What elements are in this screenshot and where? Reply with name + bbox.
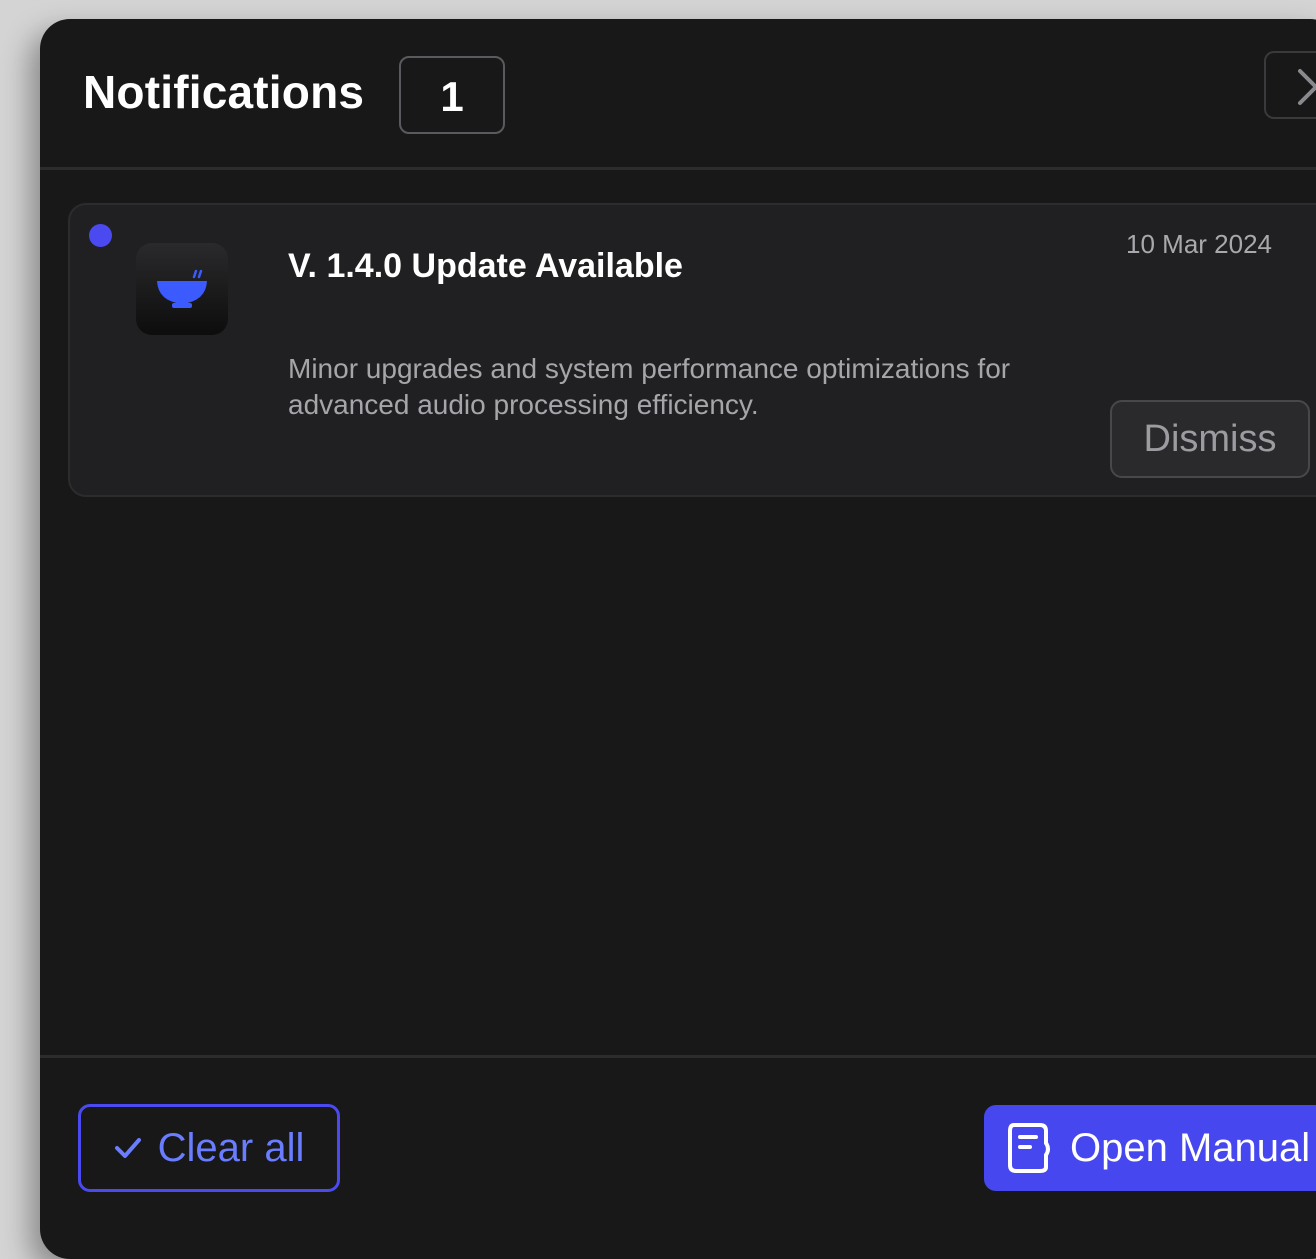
- bowl-icon: [157, 269, 207, 308]
- checkmark-icon: [114, 1138, 141, 1158]
- open-manual-button[interactable]: Open Manual: [984, 1105, 1316, 1191]
- close-button[interactable]: [1264, 51, 1316, 119]
- notification-card[interactable]: V. 1.4.0 Update Available 10 Mar 2024 Mi…: [68, 203, 1316, 497]
- panel-header: Notifications 1: [40, 19, 1316, 170]
- notification-body: Minor upgrades and system performance op…: [288, 353, 1011, 420]
- panel-footer: Clear all Open Manual: [40, 1055, 1316, 1259]
- unread-indicator: [89, 224, 112, 247]
- notification-date: 10 Mar 2024: [1126, 229, 1272, 259]
- notification-count-badge: 1: [399, 56, 505, 134]
- manual-document-icon: [1008, 1123, 1050, 1173]
- notification-title: V. 1.4.0 Update Available: [288, 247, 683, 285]
- clear-all-label: Clear all: [157, 1125, 305, 1170]
- open-manual-label: Open Manual: [1070, 1125, 1311, 1170]
- panel-title: Notifications: [83, 66, 365, 118]
- notifications-panel: Notifications 1 V. 1.4.0 Update Availabl…: [40, 19, 1316, 1259]
- dismiss-button[interactable]: Dismiss: [1110, 400, 1310, 478]
- close-icon: [1298, 69, 1316, 105]
- clear-all-button[interactable]: Clear all: [78, 1104, 340, 1192]
- app-icon: [136, 243, 228, 335]
